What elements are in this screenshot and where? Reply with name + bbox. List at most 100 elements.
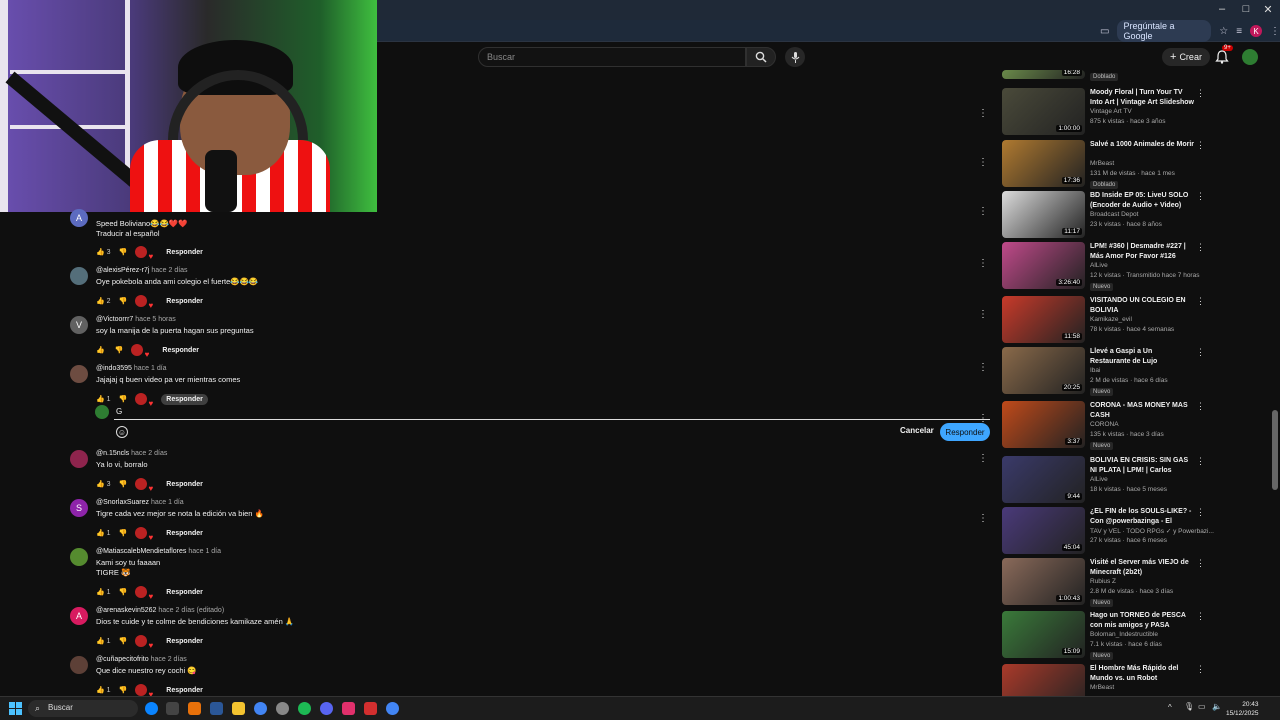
video-thumbnail[interactable]: 9:44 — [1002, 456, 1085, 503]
video-menu-icon[interactable]: ⋮ — [1196, 242, 1205, 253]
comment-menu-icon[interactable]: ⋮ — [978, 157, 988, 168]
volume-icon[interactable]: 🔈 — [1212, 702, 1222, 711]
emoji-button[interactable]: ☺ — [116, 426, 128, 438]
video-title[interactable]: Salvé a 1000 Animales de Morir — [1090, 140, 1194, 150]
dislike-button[interactable]: 👎 — [119, 480, 128, 488]
video-menu-icon[interactable]: ⋮ — [1196, 558, 1205, 569]
comment-author[interactable]: @Victoorrr7 — [96, 316, 133, 323]
tiktok-icon[interactable] — [342, 702, 355, 715]
comment-avatar[interactable] — [70, 548, 88, 566]
dislike-button[interactable]: 👎 — [119, 529, 128, 537]
video-title[interactable]: Llevé a Gaspi a Un Restaurante de Lujo — [1090, 347, 1194, 366]
video-title[interactable]: VISITANDO UN COLEGIO EN BOLIVIA — [1090, 296, 1194, 315]
video-title[interactable]: Hago un TORNEO de PESCA con mis amigos y… — [1090, 611, 1194, 630]
video-title[interactable]: Visité el Server más VIEJO de Minecraft … — [1090, 558, 1194, 577]
comment-author[interactable]: @n.15ncls — [96, 450, 129, 457]
task-view-icon[interactable] — [166, 702, 179, 715]
cast-icon[interactable]: ▭ — [1100, 26, 1109, 37]
video-thumbnail[interactable]: 16:28 — [1002, 70, 1085, 79]
reply-button[interactable]: Responder — [161, 528, 208, 539]
reply-button[interactable]: Responder — [161, 393, 208, 405]
reply-button[interactable]: Responder — [157, 345, 204, 356]
reply-button[interactable]: Responder — [161, 685, 208, 696]
video-thumbnail[interactable]: 45:04 — [1002, 507, 1085, 554]
windows-start-icon[interactable] — [9, 702, 22, 715]
like-button[interactable]: 👍 1 — [96, 637, 111, 646]
channel-name[interactable]: Boloman_Indestructible — [1090, 631, 1158, 638]
recommended-video[interactable]: 9:44 BOLIVIA EN CRISIS: SIN GAS NI PLATA… — [1002, 456, 1205, 503]
channel-name[interactable]: MrBeast — [1090, 160, 1114, 167]
video-menu-icon[interactable]: ⋮ — [1196, 140, 1205, 151]
scrollbar[interactable] — [1272, 410, 1278, 490]
close-icon[interactable]: ✕ — [1258, 3, 1278, 16]
edge-icon[interactable] — [145, 702, 158, 715]
voice-search-button[interactable] — [785, 47, 805, 67]
comment-time[interactable]: hace 5 horas — [135, 316, 175, 323]
comment-menu-icon[interactable]: ⋮ — [978, 258, 988, 269]
video-title[interactable]: BOLIVIA EN CRISIS: SIN GAS NI PLATA | LP… — [1090, 456, 1194, 475]
submit-reply-button[interactable]: Responder — [940, 423, 990, 441]
chrome-icon[interactable] — [386, 702, 399, 715]
video-menu-icon[interactable]: ⋮ — [1196, 88, 1205, 99]
app-icon[interactable] — [188, 702, 201, 715]
video-menu-icon[interactable]: ⋮ — [1196, 296, 1205, 307]
mic-tray-icon[interactable]: 🎙 — [1184, 702, 1194, 711]
dislike-button[interactable]: 👎 — [119, 248, 128, 256]
comment-avatar[interactable] — [70, 656, 88, 674]
comment-author[interactable]: @indo3595 — [96, 365, 132, 372]
like-button[interactable]: 👍 — [96, 346, 107, 354]
comment-avatar[interactable] — [70, 450, 88, 468]
reply-button[interactable]: Responder — [161, 247, 208, 258]
channel-name[interactable]: MrBeast — [1090, 684, 1114, 691]
recommended-video[interactable]: 17:36 Salvé a 1000 Animales de Morir MrB… — [1002, 140, 1205, 189]
comment-menu-icon[interactable]: ⋮ — [978, 453, 988, 464]
comment-time[interactable]: hace 1 día — [151, 499, 184, 506]
recommended-video[interactable]: 45:04 ¿EL FIN de los SOULS-LIKE? - Con @… — [1002, 507, 1214, 554]
dislike-button[interactable]: 👎 — [119, 637, 128, 645]
video-menu-icon[interactable]: ⋮ — [1196, 191, 1205, 202]
like-button[interactable]: 👍 1 — [96, 686, 111, 695]
channel-name[interactable]: Ibai — [1090, 367, 1100, 374]
comment-time[interactable]: hace 2 días — [151, 267, 187, 274]
search-button[interactable] — [746, 47, 776, 67]
recommended-video[interactable]: 3:37 CORONA - MAS MONEY MAS CASH CORONA … — [1002, 401, 1205, 450]
cancel-button[interactable]: Cancelar — [900, 426, 934, 435]
menu-icon[interactable]: ⋮ — [1270, 26, 1280, 37]
dislike-button[interactable]: 👎 — [115, 346, 124, 354]
recommended-video[interactable]: 3:26:40 LPM! #360 | Desmadre #227 | Más … — [1002, 242, 1205, 291]
channel-name[interactable]: TAV y VEL · TODO RPGs ✓ y Powerbazi... — [1090, 527, 1214, 535]
video-thumbnail[interactable]: 3:26:40 — [1002, 242, 1085, 289]
like-button[interactable]: 👍 1 — [96, 529, 111, 538]
comment-author[interactable]: @alexisPérez-r7j — [96, 267, 149, 274]
video-thumbnail[interactable]: 1:00:43 — [1002, 558, 1085, 605]
dislike-button[interactable]: 👎 — [119, 395, 128, 403]
comment-author[interactable]: @MatiascalebMendietaflores — [96, 548, 186, 555]
like-button[interactable]: 👍 1 — [96, 395, 111, 404]
like-button[interactable]: 👍 2 — [96, 297, 111, 306]
video-thumbnail[interactable]: 15:09 — [1002, 611, 1085, 658]
comment-menu-icon[interactable]: ⋮ — [978, 108, 988, 119]
app-icon[interactable] — [276, 702, 289, 715]
recommended-video[interactable]: 1:00:43 Visité el Server más VIEJO de Mi… — [1002, 558, 1205, 607]
reply-button[interactable]: Responder — [161, 636, 208, 647]
video-title[interactable]: BD Inside EP 05: LiveU SOLO (Encoder de … — [1090, 191, 1194, 210]
video-menu-icon[interactable]: ⋮ — [1196, 456, 1205, 467]
like-button[interactable]: 👍 3 — [96, 248, 111, 257]
video-thumbnail[interactable]: 1:00:00 — [1002, 88, 1085, 135]
channel-name[interactable]: AlLive — [1090, 262, 1108, 269]
dislike-button[interactable]: 👎 — [119, 588, 128, 596]
dislike-button[interactable]: 👎 — [119, 686, 128, 694]
recommended-video[interactable]: 11:58 VISITANDO UN COLEGIO EN BOLIVIA Ka… — [1002, 296, 1205, 343]
video-menu-icon[interactable]: ⋮ — [1196, 507, 1205, 518]
recommended-video[interactable]: 15:09 Hago un TORNEO de PESCA con mis am… — [1002, 611, 1205, 660]
video-title[interactable]: El Hombre Más Rápido del Mundo vs. un Ro… — [1090, 664, 1194, 683]
search-input[interactable]: Buscar — [478, 47, 746, 67]
like-button[interactable]: 👍 1 — [96, 588, 111, 597]
channel-name[interactable]: Broadcast Depot — [1090, 211, 1138, 218]
reply-input[interactable]: G — [116, 407, 122, 416]
channel-name[interactable]: AlLive — [1090, 476, 1108, 483]
comment-time[interactable]: hace 1 día — [134, 365, 167, 372]
video-thumbnail[interactable]: 11:17 — [1002, 191, 1085, 238]
recommended-video[interactable]: 11:17 BD Inside EP 05: LiveU SOLO (Encod… — [1002, 191, 1205, 238]
ask-google-button[interactable]: Pregúntale a Google — [1117, 20, 1212, 42]
